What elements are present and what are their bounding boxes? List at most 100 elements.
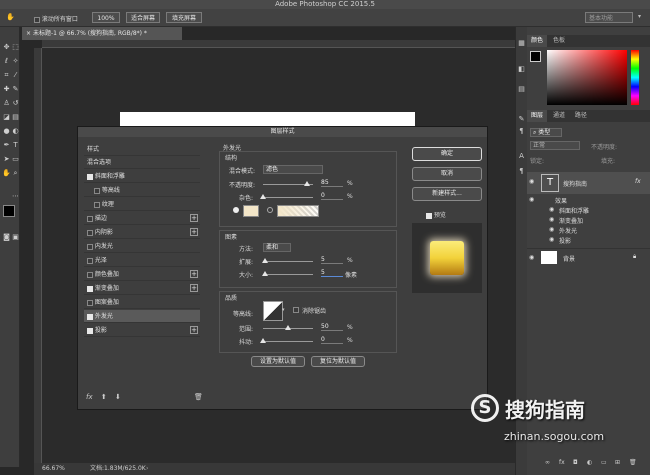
visibility-eye-icon[interactable]: ◉ [549,216,554,223]
blend-mode-select[interactable]: 滤色 [263,165,323,174]
effect-row-outer-glow[interactable]: ◉ 外发光 [527,226,650,236]
hand-tool-icon[interactable]: ✋ [6,13,15,22]
add-style-plus-icon[interactable]: + [190,270,198,278]
style-item-drop-shadow[interactable]: 投影 + [84,324,200,337]
layer-kind-filter[interactable]: ⌕ 类型 [530,128,562,137]
noise-input[interactable]: 0 [321,191,343,200]
style-item-inner-glow[interactable]: 内发光 [84,240,200,253]
crop-tool-icon[interactable]: ⌗ [2,71,11,80]
delete-layer-icon[interactable]: 🗑︎ [629,459,637,466]
layer-name[interactable]: 搜狗指南 [563,179,587,188]
visibility-eye-icon[interactable]: ◉ [549,236,554,243]
history-panel-icon[interactable]: ▦ [517,39,526,48]
style-item-bevel-emboss[interactable]: 斜面和浮雕 [84,170,200,183]
paragraph-panel-icon[interactable]: ¶ [517,127,526,136]
tab-layers[interactable]: 图层 [527,110,548,122]
spread-slider-thumb[interactable] [262,258,268,263]
zoom-level[interactable]: 66.67% [42,463,65,475]
eraser-tool-icon[interactable]: ◪ [2,113,11,122]
dodge-tool-icon[interactable]: ◐ [11,127,20,136]
scroll-all-checkbox[interactable] [34,16,40,23]
layer-row-text[interactable]: ◉ T 搜狗指南 fx [527,172,650,194]
effect-row-drop-shadow[interactable]: ◉ 投影 [527,236,650,246]
style-checkbox[interactable] [87,243,93,250]
magic-wand-tool-icon[interactable]: ✧ [11,57,20,66]
workspace-select[interactable]: 基本功能 [585,12,633,23]
style-checkbox[interactable] [94,187,100,194]
adjustment-layer-icon[interactable]: ◐ [587,459,592,466]
visibility-eye-icon[interactable]: ◉ [529,254,534,261]
style-checkbox[interactable] [87,173,93,180]
marquee-tool-icon[interactable]: ⬚ [11,43,20,52]
path-selection-tool-icon[interactable]: ➤ [2,155,11,164]
cancel-button[interactable]: 取消 [412,167,482,181]
spread-input[interactable]: 5 [321,255,343,264]
range-input[interactable]: 50 [321,322,343,331]
style-item-outer-glow[interactable]: 外发光 [84,310,200,323]
fx-menu-icon[interactable]: fx [86,393,93,401]
layer-row-background[interactable]: ◉ 背景 🔒︎ [527,248,650,267]
tab-swatches[interactable]: 色板 [549,35,569,47]
style-checkbox[interactable] [87,327,93,334]
jitter-input[interactable]: 0 [321,335,343,344]
color-spectrum-picker[interactable] [547,50,627,105]
tab-paths[interactable]: 路径 [571,110,591,122]
tab-color[interactable]: 颜色 [527,35,548,47]
move-tool-icon[interactable]: ✥ [2,43,11,52]
add-style-icon[interactable]: fx [559,459,565,466]
style-item-satin[interactable]: 光泽 [84,254,200,267]
solid-color-radio[interactable] [233,207,239,213]
layer-effects-row[interactable]: ◉ 效果 [527,196,650,206]
tab-channels[interactable]: 通道 [549,110,569,122]
size-slider-track[interactable] [263,274,313,275]
spread-slider-track[interactable] [263,261,313,262]
brush-panel-icon[interactable]: ✎ [517,115,526,124]
visibility-eye-icon[interactable]: ◉ [529,178,534,185]
move-down-icon[interactable]: ⬇ [115,393,121,401]
screen-mode-icon[interactable]: ▣ [11,233,20,242]
quick-mask-icon[interactable]: ◙ [2,233,11,242]
new-style-button[interactable]: 新建样式... [412,187,482,201]
size-slider-thumb[interactable] [262,271,268,276]
style-checkbox[interactable] [87,257,93,264]
style-item-inner-shadow[interactable]: 内阴影 + [84,226,200,239]
style-checkbox[interactable] [87,229,93,236]
range-slider-thumb[interactable] [285,325,291,330]
preview-checkbox[interactable] [426,212,432,219]
style-checkbox[interactable] [87,313,93,320]
status-menu-icon[interactable]: › [146,463,148,475]
ok-button[interactable]: 确定 [412,147,482,161]
style-checkbox[interactable] [87,271,93,278]
healing-brush-tool-icon[interactable]: ✚ [2,85,11,94]
character-panel-icon[interactable]: A [517,152,526,161]
history-brush-tool-icon[interactable]: ↺ [11,99,20,108]
eyedropper-tool-icon[interactable]: ⁄ [11,71,20,80]
brush-tool-icon[interactable]: ✎ [11,85,20,94]
fill-screen-button[interactable]: 填充屏幕 [166,12,202,23]
style-checkbox[interactable] [87,299,93,306]
noise-slider-track[interactable] [263,197,313,198]
blend-options-item[interactable]: 混合选项 [84,156,200,169]
contour-picker[interactable] [263,301,283,321]
hue-slider[interactable] [631,50,639,105]
set-default-button[interactable]: 设置为默认值 [251,356,305,367]
more-tools-icon[interactable]: ⋯ [11,192,20,201]
adjustments-panel-icon[interactable]: ◧ [517,65,526,74]
shape-tool-icon[interactable]: ▭ [11,155,20,164]
scroll-all-windows-option[interactable]: 滚动所有窗口 [34,14,78,23]
size-input[interactable]: 5 [321,268,343,277]
style-item-contour[interactable]: 等高线 [84,184,200,197]
zoom-100-button[interactable]: 100% [92,12,120,23]
style-item-color-overlay[interactable]: 颜色叠加 + [84,268,200,281]
method-select[interactable]: 柔和 [263,243,291,252]
jitter-slider-track[interactable] [263,341,313,342]
zoom-tool-icon[interactable]: ⌕ [11,169,20,178]
link-layers-icon[interactable]: ∞ [545,459,550,466]
workspace-dropdown-icon[interactable]: ▾ [638,13,641,20]
style-checkbox[interactable] [94,201,100,208]
visibility-eye-icon[interactable]: ◉ [529,196,534,203]
type-tool-icon[interactable]: T [11,141,20,150]
noise-slider-thumb[interactable] [260,194,266,199]
glow-color-swatch[interactable] [243,205,259,217]
gradient-tool-icon[interactable]: ▤ [11,113,20,122]
